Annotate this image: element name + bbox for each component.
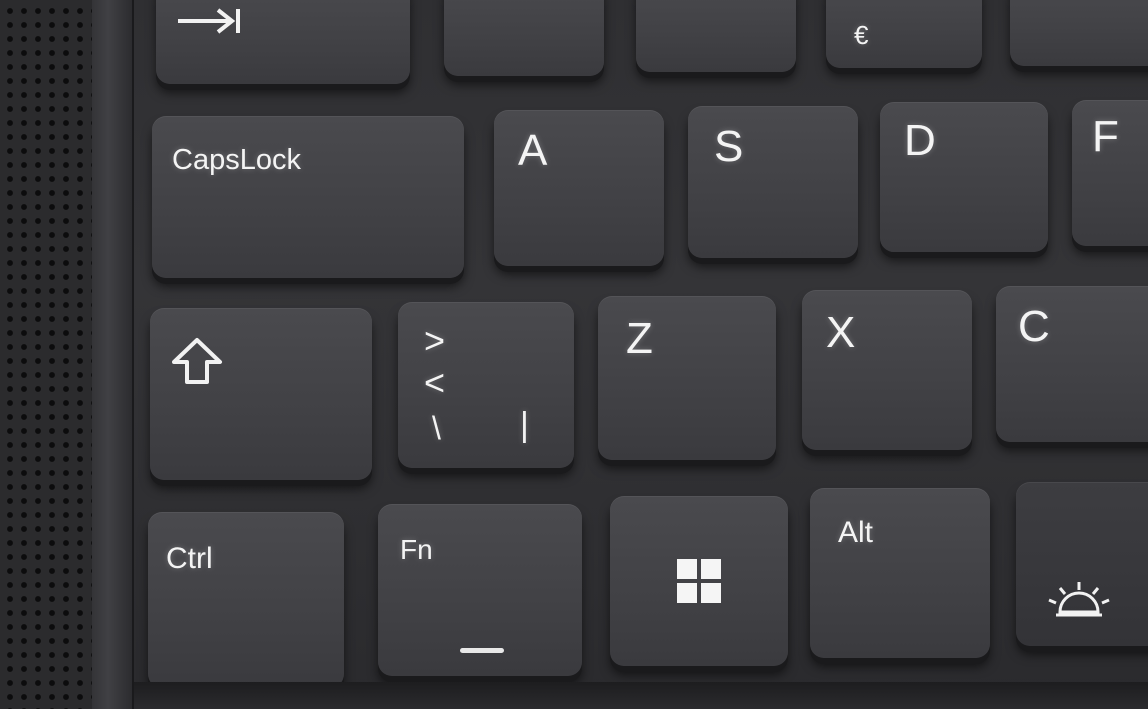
x-key[interactable]: X <box>802 290 972 450</box>
e-key[interactable]: € <box>826 0 982 68</box>
windows-logo-icon <box>677 559 721 603</box>
s-key[interactable]: S <box>688 106 858 258</box>
fn-key[interactable]: Fn <box>378 504 582 676</box>
euro-label: € <box>854 20 869 50</box>
c-label: C <box>1018 302 1050 351</box>
alt-label: Alt <box>838 516 874 549</box>
fn-label: Fn <box>400 534 433 565</box>
z-label: Z <box>626 314 653 363</box>
ctrl-label: Ctrl <box>166 542 213 575</box>
a-label: A <box>518 126 548 175</box>
tab-arrow-icon <box>178 8 240 34</box>
windows-key[interactable] <box>610 496 788 666</box>
fn-lock-indicator <box>460 648 504 653</box>
tab-key[interactable] <box>156 0 410 84</box>
greater-than-label: > <box>424 320 446 361</box>
f-key[interactable]: F <box>1072 100 1148 246</box>
shift-key[interactable] <box>150 308 372 480</box>
d-label: D <box>904 116 936 165</box>
backslash-label: \ <box>432 410 441 446</box>
c-key[interactable]: C <box>996 286 1148 442</box>
shift-arrow-icon <box>172 338 222 384</box>
less-than-label: < <box>424 362 446 403</box>
speaker-grille <box>0 0 92 709</box>
q-key[interactable] <box>444 0 604 76</box>
s-label: S <box>714 122 744 171</box>
a-key[interactable]: A <box>494 110 664 266</box>
capslock-label: CapsLock <box>172 144 301 176</box>
angle-bracket-key[interactable]: > < \ | <box>398 302 574 468</box>
ctrl-key[interactable]: Ctrl <box>148 512 344 688</box>
pipe-label: | <box>520 406 529 444</box>
keyboard-bottom-rail <box>134 682 1148 709</box>
keyboard-photo: € CapsLock A S D F > < \ | Z X C Ctrl Fn <box>0 0 1148 709</box>
z-key[interactable]: Z <box>598 296 776 460</box>
w-key[interactable] <box>636 0 796 72</box>
keyboard-backlight-icon <box>1048 582 1110 617</box>
palmrest-edge <box>92 0 134 709</box>
r-key[interactable] <box>1010 0 1148 66</box>
alt-key[interactable]: Alt <box>810 488 990 658</box>
space-key[interactable] <box>1016 482 1148 646</box>
d-key[interactable]: D <box>880 102 1048 252</box>
capslock-key[interactable]: CapsLock <box>152 116 464 278</box>
f-label: F <box>1092 112 1119 161</box>
x-label: X <box>826 308 856 357</box>
